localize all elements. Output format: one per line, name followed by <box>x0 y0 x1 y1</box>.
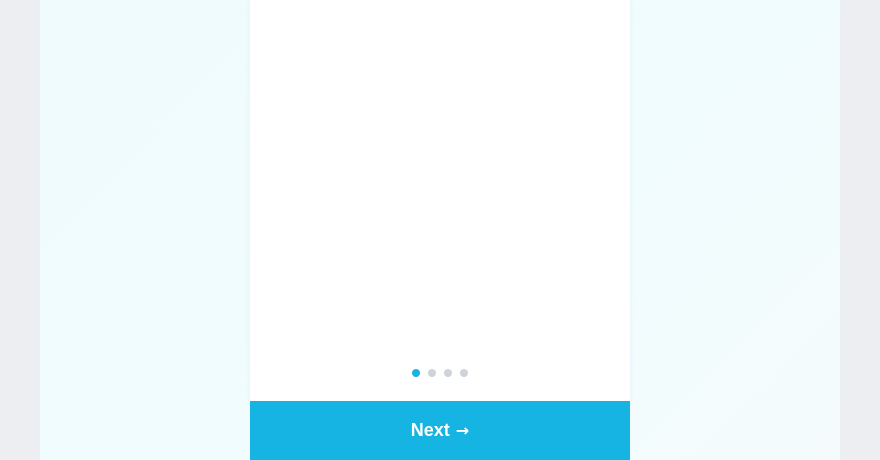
arrow-right-icon: → <box>455 420 470 440</box>
page-dot-2[interactable] <box>428 369 436 377</box>
page-dot-3[interactable] <box>444 369 452 377</box>
next-button[interactable]: Next → <box>250 401 630 460</box>
page-dot-4[interactable] <box>460 369 468 377</box>
page-indicator <box>250 369 630 377</box>
next-button-label: Next <box>410 420 450 440</box>
onboarding-card <box>250 0 630 401</box>
page-dot-1[interactable] <box>412 369 420 377</box>
onboarding-stage <box>40 0 840 460</box>
